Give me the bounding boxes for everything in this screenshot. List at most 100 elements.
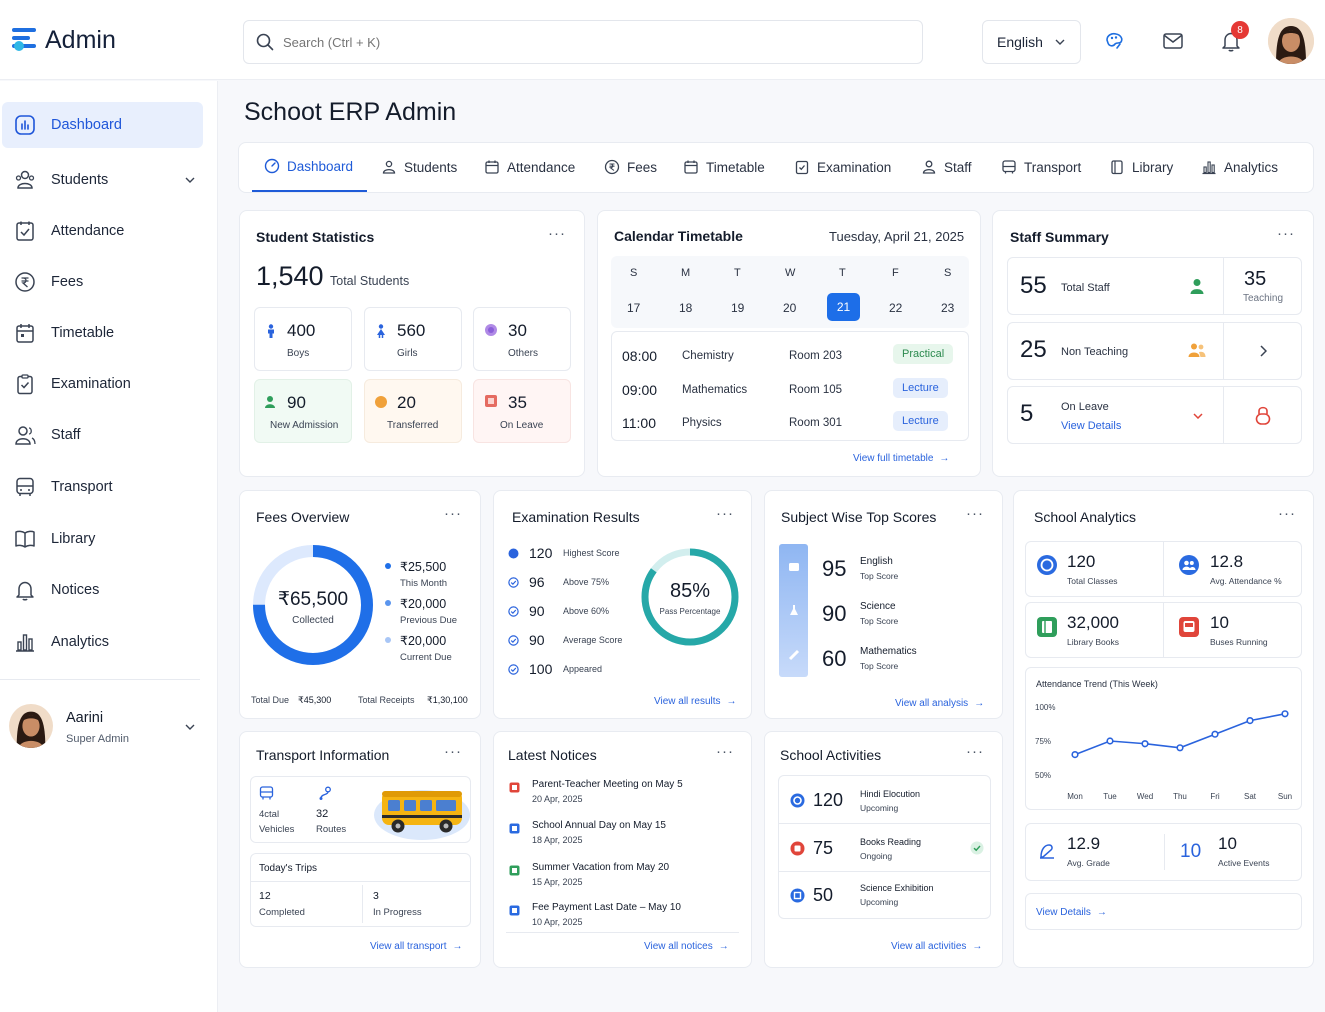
fees-overview-card: Fees Overview ··· ₹65,500 Collected ₹25,… (239, 490, 481, 719)
more-options-button[interactable]: ··· (444, 506, 462, 521)
calendar-date-selected[interactable]: 21 (827, 293, 860, 321)
activity-value: 50 (813, 885, 834, 905)
stat-value: 560 (397, 321, 426, 340)
bus-icon (259, 786, 274, 800)
more-options-button[interactable]: ··· (966, 744, 984, 759)
tab-staff[interactable]: Staff (921, 142, 972, 192)
tab-timetable[interactable]: Timetable (683, 142, 765, 192)
divider (1223, 257, 1224, 315)
search-bar[interactable] (243, 20, 923, 64)
gauge-icon (264, 158, 280, 174)
sidebar-item-students[interactable]: Students (2, 157, 203, 203)
tab-library[interactable]: Library (1109, 142, 1173, 192)
stat-transferred: 20 Transferred (364, 379, 462, 443)
search-input[interactable] (283, 34, 883, 50)
sidebar-item-label: Students (51, 172, 109, 188)
sidebar-item-examination[interactable]: Examination (2, 361, 203, 407)
tab-label: Timetable (706, 159, 765, 175)
language-select[interactable]: English (982, 20, 1081, 64)
x-tick-label: Sun (1278, 792, 1292, 801)
sidebar-item-fees[interactable]: Fees (2, 259, 203, 305)
data-point (1281, 710, 1289, 718)
view-activities-link[interactable]: View all activities → (891, 941, 982, 952)
view-timetable-link[interactable]: View full timetable → (853, 453, 949, 464)
tab-fees[interactable]: Fees (604, 142, 657, 192)
header-avatar[interactable] (1268, 18, 1314, 64)
tab-analytics[interactable]: Analytics (1201, 142, 1278, 192)
view-results-link[interactable]: View all results → (654, 696, 737, 707)
notification-badge: 8 (1231, 21, 1249, 39)
tab-label: Examination (817, 159, 892, 175)
sidebar-item-staff[interactable]: Staff (2, 412, 203, 458)
calendar-timetable-card: Calendar Timetable Tuesday, April 21, 20… (597, 210, 981, 477)
page-title: Schoot ERP Admin (244, 98, 457, 126)
tab-students[interactable]: Students (381, 142, 457, 192)
sidebar-item-notices[interactable]: Notices (2, 567, 203, 613)
tab-label: Students (404, 159, 458, 175)
award-icon (508, 548, 519, 559)
sidebar-item-library[interactable]: Library (2, 516, 203, 562)
science-icon (790, 605, 798, 615)
subject-score-label: Top Score (860, 616, 899, 626)
sidebar-item-dashboard[interactable]: Dashboard (2, 102, 203, 148)
vehicles-label-1: 4ctal (259, 809, 280, 820)
view-notices-link[interactable]: View all notices → (644, 941, 729, 952)
more-options-button[interactable]: ··· (1278, 506, 1296, 521)
view-analysis-link[interactable]: View all analysis → (895, 698, 984, 709)
view-details-link[interactable]: View Details → (1036, 907, 1107, 918)
class-room: Room 105 (789, 384, 843, 396)
tab-attendance[interactable]: Attendance (484, 142, 575, 192)
messages-button[interactable] (1163, 33, 1183, 49)
calendar-icon (485, 160, 499, 174)
tab-dashboard[interactable]: Dashboard (252, 142, 367, 192)
class-type-badge: Lecture (893, 411, 948, 431)
notifications-button[interactable]: 8 (1220, 21, 1249, 52)
calendar-date[interactable]: 23 (941, 301, 954, 315)
view-transport-link[interactable]: View all transport → (370, 941, 463, 952)
chevron-down-icon[interactable] (185, 724, 195, 730)
calendar-date[interactable]: 19 (731, 301, 744, 315)
class-type-badge: Lecture (893, 378, 948, 398)
tab-transport[interactable]: Transport (1001, 142, 1081, 192)
user-role: Super Admin (66, 733, 129, 745)
sidebar-item-attendance[interactable]: Attendance (2, 208, 203, 254)
sidebar-item-analytics[interactable]: Analytics (2, 619, 203, 665)
sidebar-item-timetable[interactable]: Timetable (2, 310, 203, 356)
calendar-date[interactable]: 17 (627, 301, 640, 315)
notice-title: Summer Vacation from May 20 (532, 862, 670, 873)
chevron-down-icon[interactable] (185, 177, 195, 183)
school-bus-illustration (374, 790, 470, 840)
calendar-date[interactable]: 22 (889, 301, 902, 315)
collected-value: ₹65,500 (277, 589, 349, 610)
chevron-right-icon[interactable] (1259, 345, 1267, 357)
theme-button[interactable] (1104, 31, 1126, 51)
tab-examination[interactable]: Examination (794, 142, 891, 192)
view-details-link[interactable]: View Details (1061, 420, 1121, 432)
more-options-button[interactable]: ··· (1277, 226, 1295, 241)
lock-icon (1255, 406, 1271, 425)
analytics-stat-label: Buses Running (1210, 637, 1268, 647)
link-label: View full timetable (853, 453, 934, 464)
calendar-date[interactable]: 20 (783, 301, 796, 315)
chevron-down-icon[interactable] (1193, 413, 1203, 419)
active-events-label: Active Events (1218, 858, 1270, 868)
more-options-button[interactable]: ··· (548, 226, 566, 241)
circle-icon (485, 324, 497, 336)
sidebar-item-transport[interactable]: Transport (2, 464, 203, 510)
user-profile[interactable]: Aarini Super Admin (9, 704, 199, 750)
analytics-stat-label: Total Classes (1067, 576, 1118, 586)
y-tick-label: 75% (1035, 737, 1051, 746)
more-options-button[interactable]: ··· (444, 744, 462, 759)
subject-score: 95 (822, 556, 847, 581)
trips-title: Today's Trips (259, 863, 318, 874)
user-icon (1190, 279, 1204, 294)
more-options-button[interactable]: ··· (716, 744, 734, 759)
activity-icon (790, 888, 805, 903)
result-value: 96 (529, 574, 545, 590)
legend-amount: ₹25,500 (400, 560, 447, 574)
more-options-button[interactable]: ··· (966, 506, 984, 521)
app-logo[interactable]: Admin (10, 24, 116, 56)
calendar-date[interactable]: 18 (679, 301, 692, 315)
sidebar-item-label: Library (51, 531, 96, 547)
more-options-button[interactable]: ··· (716, 506, 734, 521)
